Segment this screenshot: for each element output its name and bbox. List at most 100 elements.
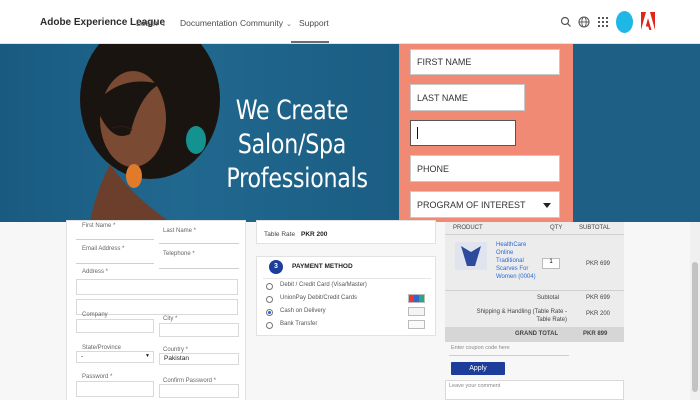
last-name-placeholder: LAST NAME [417,92,468,103]
order-summary: PRODUCT QTY SUBTOTAL HealthCare Online T… [445,222,624,342]
last-name-field[interactable]: LAST NAME [410,84,525,111]
password-label: Password * [82,374,113,380]
cash-icon [408,307,425,316]
product-thumbnail-image [455,242,487,270]
divider [263,278,431,279]
hero-line-3: Professionals [226,163,368,194]
first-name-placeholder: FIRST NAME [417,57,472,67]
state-value: - [81,353,84,360]
company-input[interactable] [76,319,154,333]
program-placeholder: PROGRAM OF INTEREST [417,199,526,210]
dropdown-arrow-icon: ▼ [145,353,150,359]
nav-documentation-label: Documentation [180,18,238,28]
column-header-subtotal: SUBTOTAL [579,225,611,231]
city-label: City * [163,316,178,322]
email-field[interactable] [410,120,516,146]
nav-learn[interactable]: Learn ⌄ [136,18,167,28]
hero-right-strip [573,44,700,222]
hero-line-2: Salon/Spa [237,129,347,160]
hero-banner: We Create Salon/Spa Professionals FIRST … [0,44,700,222]
password-input[interactable] [76,381,154,397]
nav-community-label: Community [240,18,283,28]
subtotal-label: Subtotal [537,295,560,301]
globe-icon[interactable] [577,15,591,29]
nav-support-label: Support [299,18,329,28]
first-name-input[interactable] [76,239,154,240]
nav-community[interactable]: Community ⌄ [240,18,292,28]
radio-bank-transfer[interactable] [266,322,273,329]
text-cursor [417,127,418,139]
first-name-field[interactable]: FIRST NAME [410,49,560,75]
checkout-content: First Name * Last Name * Email Address *… [0,220,700,400]
shipping-handling-label: Shipping & Handling (Table Rate - Table … [476,309,567,323]
quantity-value: 1 [549,259,553,265]
product-price: PKR 699 [586,261,611,267]
lead-form-panel: FIRST NAME LAST NAME PHONE PROGRAM OF IN… [399,44,573,222]
dropdown-arrow-icon [543,203,551,208]
quantity-stepper[interactable]: 1 [542,258,560,269]
phone-field[interactable]: PHONE [410,155,560,182]
nav-active-indicator [291,41,329,43]
city-input[interactable] [159,323,239,337]
confirm-password-input[interactable] [159,384,239,398]
step-number-badge: 3 [269,260,283,274]
comment-placeholder: Leave your comment [449,383,501,389]
grand-total-row: GRAND TOTAL PKR 899 [445,327,624,342]
radio-debit-credit-card[interactable] [266,283,273,290]
unionpay-logo-icon [408,294,425,303]
grand-total-label: GRAND TOTAL [515,331,559,337]
telephone-label: Telephone * [163,251,195,257]
divider [445,290,624,291]
state-select[interactable]: - ▼ [76,351,154,363]
option-bank-transfer[interactable]: Bank Transfer [280,321,317,327]
address-line-1-input[interactable] [76,279,238,295]
nav-support[interactable]: Support [299,18,329,28]
grand-total-value: PKR 899 [583,331,608,337]
nav-learn-label: Learn [136,18,158,28]
email-input[interactable] [76,263,154,264]
last-name-input[interactable] [159,243,239,244]
apply-coupon-button[interactable]: Apply [451,362,505,375]
shipping-method-card: Table Rate PKR 200 [256,220,436,244]
coupon-underline [449,355,569,356]
shipping-handling-value: PKR 200 [586,311,611,317]
option-debit-credit-card[interactable]: Debit / Credit Card (Visa/Master) [280,282,367,288]
last-name-label: Last Name * [163,228,197,234]
column-header-qty: QTY [550,225,563,231]
program-of-interest-select[interactable]: PROGRAM OF INTEREST [410,191,560,218]
telephone-input[interactable] [159,268,239,269]
search-icon[interactable] [559,15,573,29]
shipping-rate-value: PKR 200 [301,231,328,238]
billing-address-card: First Name * Last Name * Email Address *… [66,220,246,400]
shipping-rate-label: Table Rate [264,231,296,238]
subtotal-value: PKR 699 [586,295,611,301]
nav-documentation[interactable]: Documentation [180,18,237,28]
column-header-product: PRODUCT [453,225,483,231]
radio-unionpay[interactable] [266,296,273,303]
bank-icon [408,320,425,329]
hero-line-1: We Create [235,95,349,126]
comment-textarea[interactable]: Leave your comment [445,380,624,400]
divider [445,234,624,235]
chevron-down-icon: ⌄ [285,21,292,28]
chevron-down-icon: ⌄ [160,21,167,28]
apps-grid-icon[interactable] [596,15,610,29]
adobe-logo-icon[interactable] [641,12,655,30]
coupon-code-input[interactable]: Enter coupon code here [451,345,510,351]
product-name-link[interactable]: HealthCare Online Traditional Scarves Fo… [496,241,541,281]
first-name-label: First Name * [82,223,116,229]
email-label: Email Address * [82,246,125,252]
country-select[interactable]: Pakistan [159,353,239,365]
option-unionpay[interactable]: UnionPay Debit/Credit Cards [280,295,357,301]
scrollbar-thumb[interactable] [692,262,698,392]
radio-cash-on-delivery[interactable] [266,309,273,316]
option-cash-on-delivery[interactable]: Cash on Delivery [280,308,326,314]
address-label: Address * [82,269,109,275]
payment-method-title: PAYMENT METHOD [292,263,353,270]
hero-headline: We Create Salon/Spa Professionals [212,94,372,196]
page: Adobe Experience League Learn ⌄ Documenta… [0,0,700,400]
avatar[interactable] [616,11,633,33]
top-navigation: Adobe Experience League Learn ⌄ Documenta… [0,0,700,44]
phone-placeholder: PHONE [417,163,450,174]
company-label: Company [82,312,108,318]
